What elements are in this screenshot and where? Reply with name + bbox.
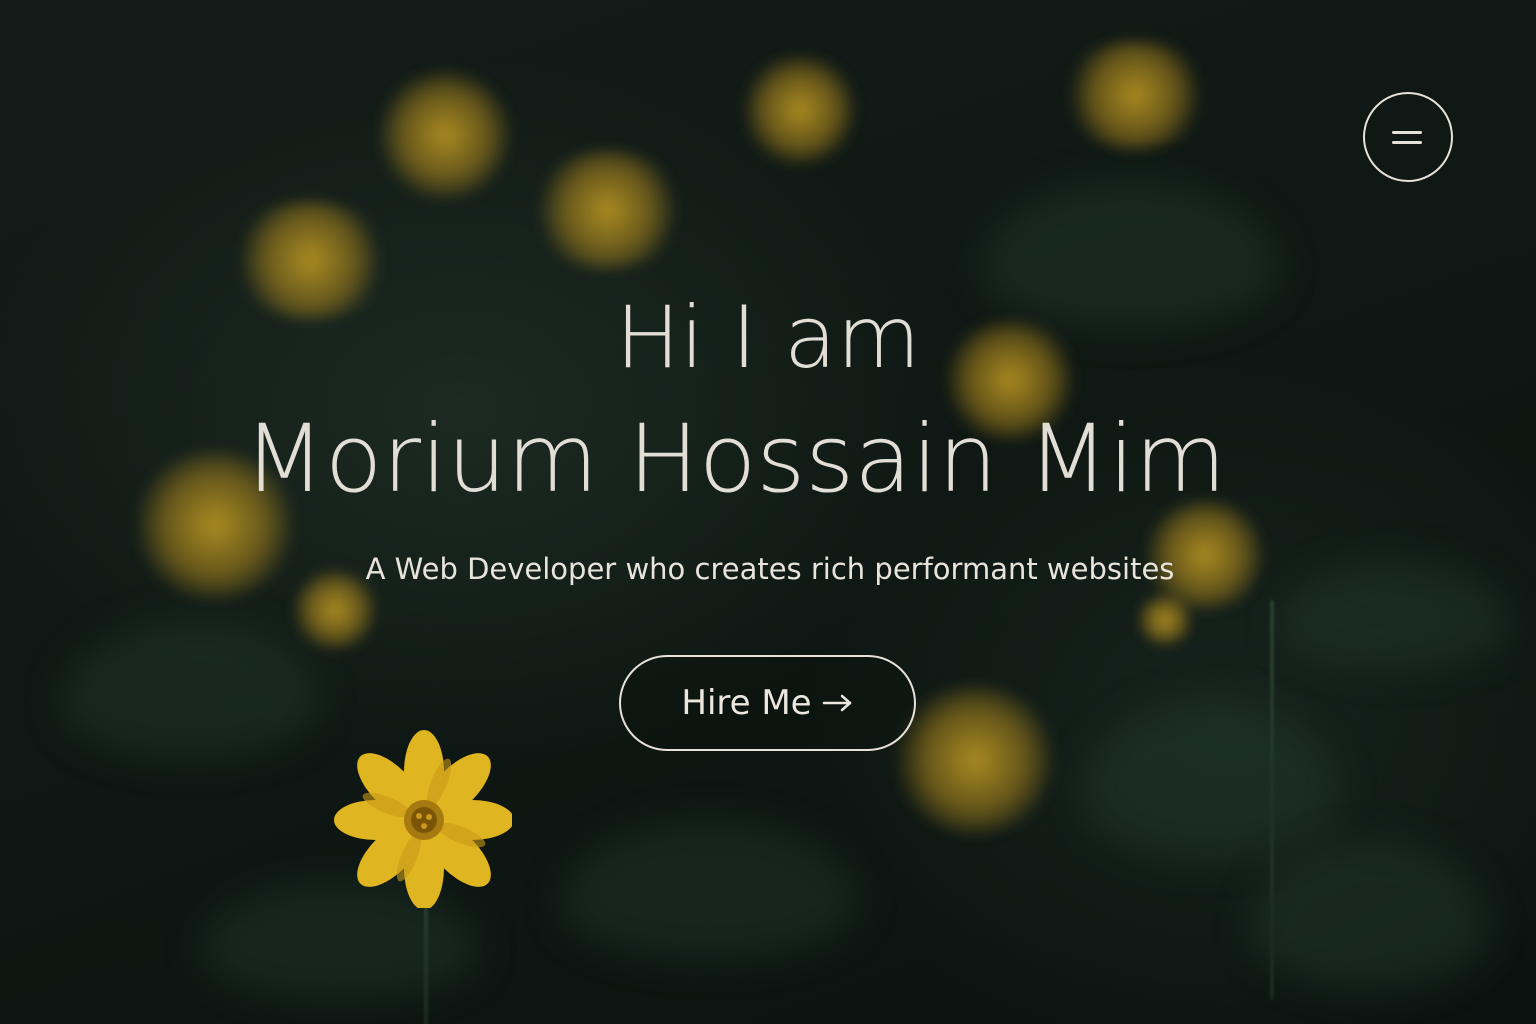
- hire-me-button[interactable]: Hire Me: [619, 655, 916, 751]
- menu-button[interactable]: [1363, 92, 1453, 182]
- hero-section: Hi I am Morium Hossain Mim A Web Develop…: [0, 0, 1536, 1024]
- tagline: A Web Developer who creates rich perform…: [365, 552, 1175, 586]
- hire-me-label: Hire Me: [681, 683, 812, 723]
- name-heading: Morium Hossain Mim: [243, 405, 1227, 514]
- greeting-heading: Hi I am: [615, 288, 921, 388]
- menu-icon: [1392, 127, 1424, 147]
- flower-image: [334, 730, 512, 908]
- arrow-right-icon: [822, 693, 854, 713]
